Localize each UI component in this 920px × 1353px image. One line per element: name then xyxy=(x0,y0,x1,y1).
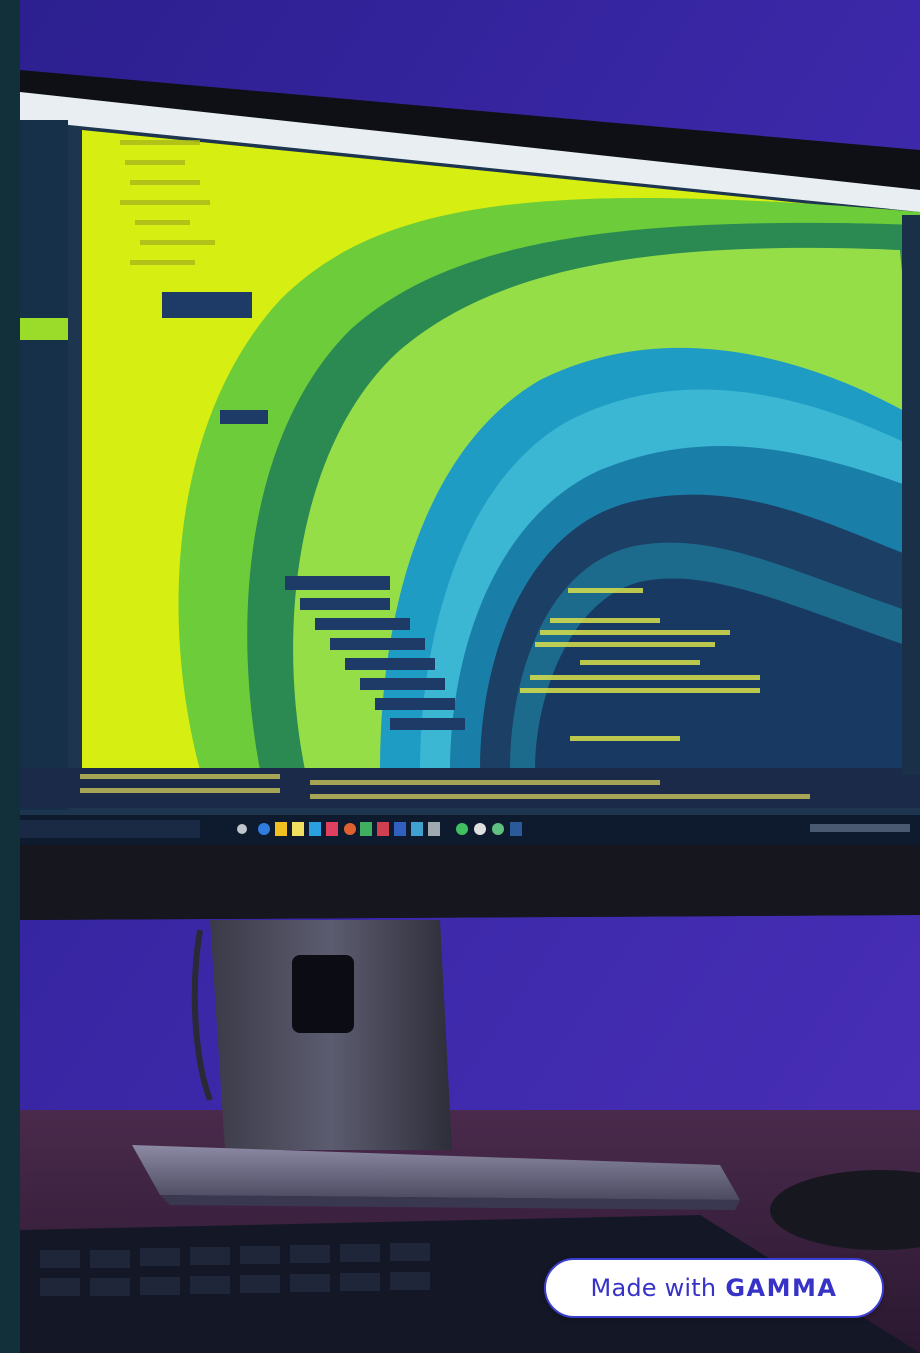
badge-prefix: Made with xyxy=(590,1274,717,1302)
taskbar-app-icons xyxy=(237,822,522,836)
made-with-gamma-badge[interactable]: Made with GAMMA xyxy=(544,1258,884,1318)
gamma-logo: GAMMA xyxy=(725,1274,838,1302)
monitor-photo xyxy=(20,0,920,1353)
left-border-strip xyxy=(0,0,20,1353)
screen xyxy=(20,92,920,845)
